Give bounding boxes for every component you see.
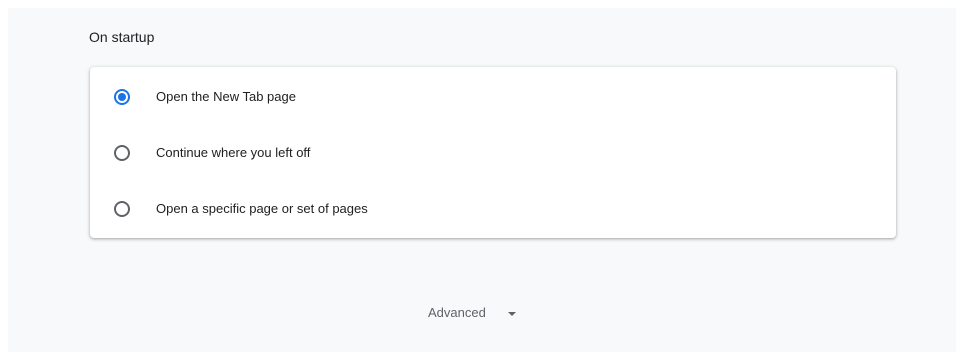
radio-unchecked-icon[interactable] — [114, 201, 130, 217]
arrow-drop-down-icon — [507, 312, 516, 316]
radio-option-label: Open the New Tab page — [156, 89, 296, 104]
radio-option-new-tab[interactable]: Open the New Tab page — [90, 69, 896, 125]
radio-option-label: Continue where you left off — [156, 145, 311, 160]
startup-options-card: Open the New Tab page Continue where you… — [90, 67, 896, 238]
advanced-label: Advanced — [428, 305, 486, 320]
radio-checked-icon[interactable] — [114, 89, 130, 105]
radio-unchecked-icon[interactable] — [114, 145, 130, 161]
advanced-toggle-button[interactable]: Advanced — [428, 301, 516, 325]
radio-option-continue[interactable]: Continue where you left off — [90, 125, 896, 181]
radio-option-label: Open a specific page or set of pages — [156, 201, 368, 216]
section-title-on-startup: On startup — [89, 29, 155, 45]
radio-option-specific-pages[interactable]: Open a specific page or set of pages — [90, 181, 896, 237]
settings-page: On startup Open the New Tab page Continu… — [8, 8, 956, 352]
